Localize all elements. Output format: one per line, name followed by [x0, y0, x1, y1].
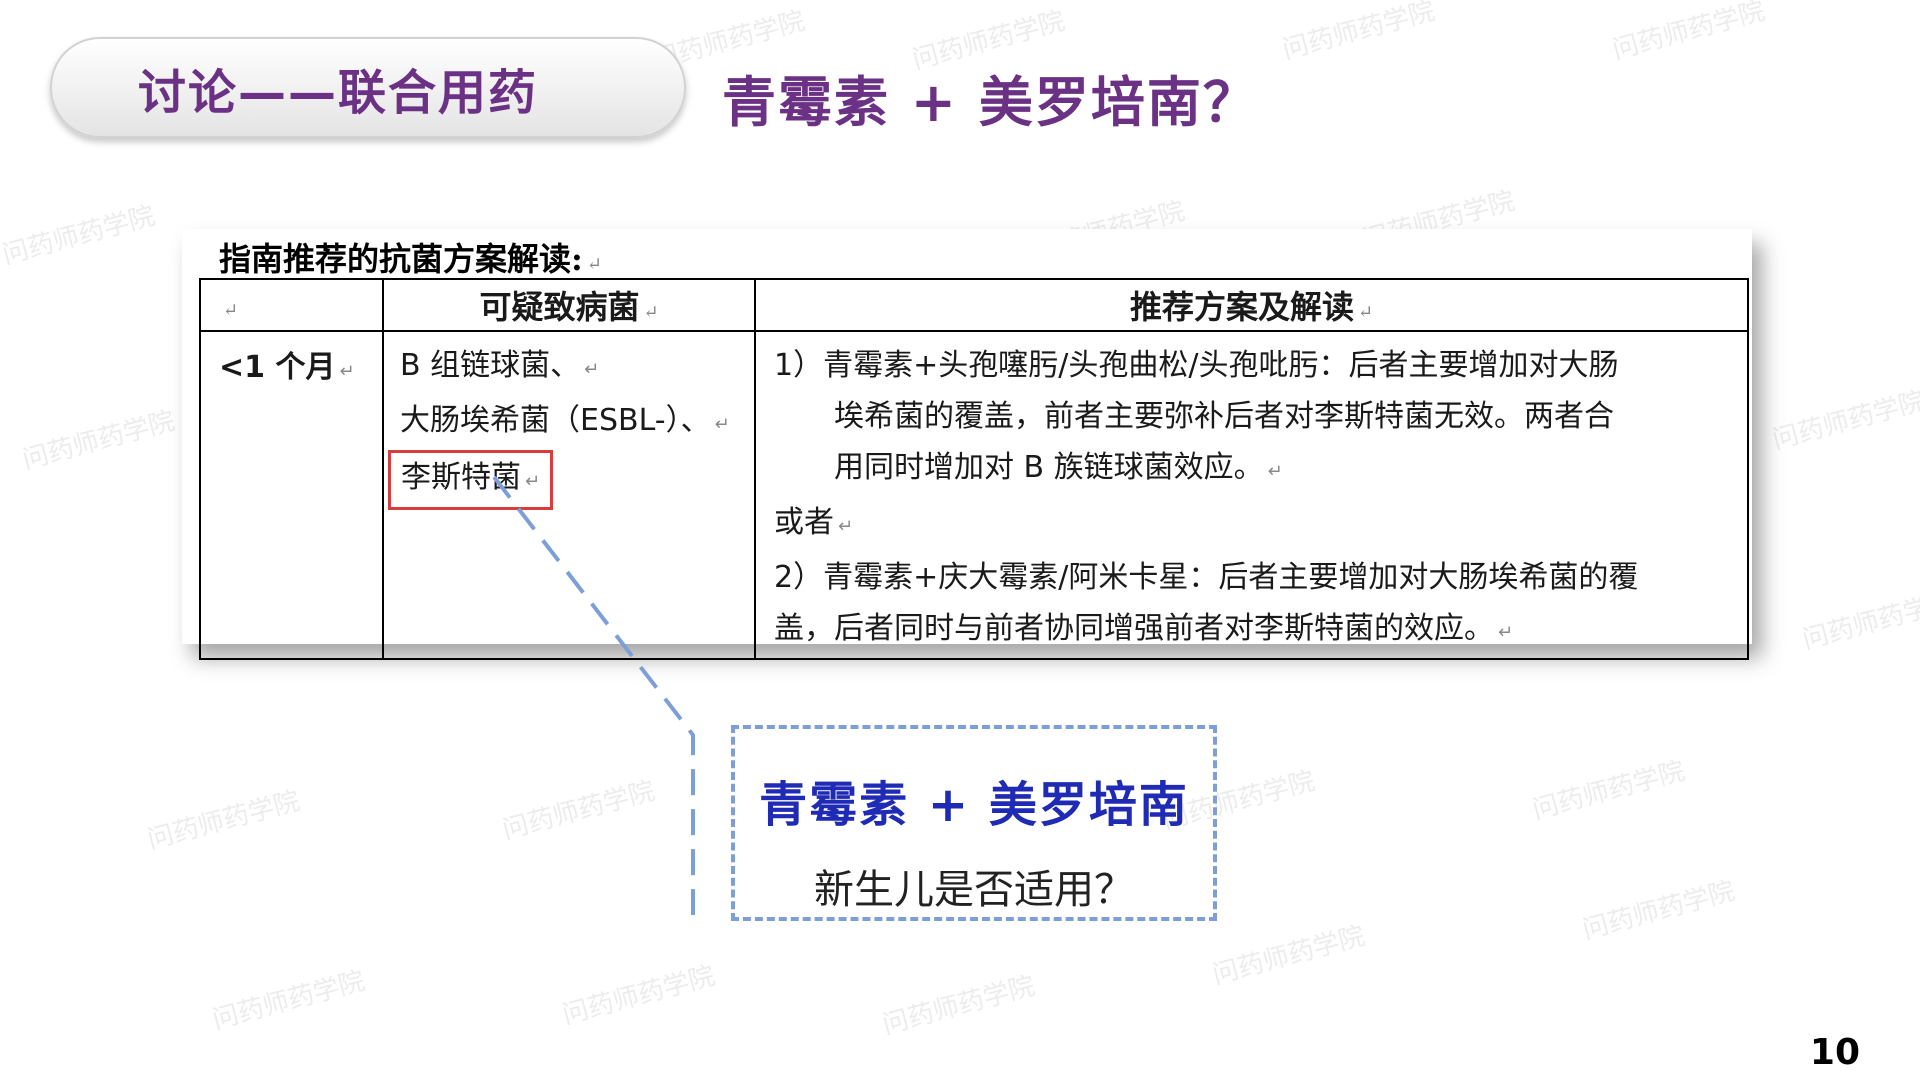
recommendation-line: 1）青霉素+头孢噻肟/头孢曲松/头孢吡肟：后者主要增加对大肠 — [774, 348, 1619, 383]
recommendation-line: 2）青霉素+庆大霉素/阿米卡星：后者主要增加对大肠埃希菌的覆 — [774, 560, 1639, 595]
recommendation-line: 埃希菌的覆盖，前者主要弥补后者对李斯特菌无效。两者合 — [834, 399, 1614, 434]
listeria-highlight-box: 李斯特菌 ↵ — [388, 450, 554, 510]
watermark: 问药师药学院 — [1279, 0, 1438, 66]
pathogen-item: 李斯特菌 — [401, 460, 521, 495]
age-cell: <1 个月 ↵ — [199, 330, 384, 660]
watermark: 问药师药学院 — [559, 961, 718, 1031]
watermark: 问药师药学院 — [19, 406, 178, 476]
table-row: <1 个月 ↵ B 组链球菌、 ↵ 大肠埃希菌（ESBL-）、 ↵ 李斯特菌 ↵ 1）青… — [199, 330, 1749, 660]
guideline-table: ↵ 可疑致病菌 ↵ 推荐方案及解读 ↵ <1 个月 ↵ B 组链球菌、 ↵ 大肠埃希菌（… — [199, 278, 1749, 660]
table-header-age: ↵ — [199, 278, 384, 332]
section-label: 讨论——联合用药 — [137, 64, 538, 121]
watermark: 问药师药学院 — [499, 776, 658, 846]
return-mark: ↵ — [223, 300, 239, 321]
table-header-recommendation: 推荐方案及解读 ↵ — [754, 278, 1749, 332]
watermark: 问药师药学院 — [1209, 921, 1368, 991]
watermark: 问药师药学院 — [1799, 586, 1920, 656]
table-header-pathogens: 可疑致病菌 ↵ — [382, 278, 756, 332]
pathogen-item: B 组链球菌、 ↵ — [400, 348, 600, 383]
recommendation-line: 盖，后者同时与前者协同增强前者对李斯特菌的效应。 ↵ — [774, 611, 1514, 646]
page-number: 10 — [1809, 1032, 1860, 1073]
watermark: 问药师药学院 — [1529, 756, 1688, 826]
watermark: 问药师药学院 — [1609, 0, 1768, 66]
watermark: 问药师药学院 — [879, 971, 1038, 1041]
callout-title: 青霉素 + 美罗培南 — [759, 777, 1189, 833]
watermark: 问药师药学院 — [1579, 876, 1738, 946]
recommendation-line: 用同时增加对 B 族链球菌效应。 ↵ — [834, 450, 1283, 485]
watermark: 问药师药学院 — [0, 201, 158, 271]
watermark: 问药师药学院 — [144, 786, 303, 856]
recommendation-cell: 1）青霉素+头孢噻肟/头孢曲松/头孢吡肟：后者主要增加对大肠 埃希菌的覆盖，前者… — [754, 330, 1749, 660]
return-mark: ↵ — [339, 361, 355, 382]
caption-text: 指南推荐的抗菌方案解读: — [219, 240, 583, 278]
watermark: 问药师药学院 — [1769, 386, 1920, 456]
recommendation-line: 或者 ↵ — [774, 505, 854, 540]
return-mark: ↵ — [1357, 302, 1374, 323]
question-callout-box: 青霉素 + 美罗培南 新生儿是否适用？ — [731, 725, 1217, 921]
return-mark: ↵ — [643, 302, 659, 323]
section-label-pill: 讨论——联合用药 — [50, 37, 686, 138]
table-header-row: ↵ 可疑致病菌 ↵ 推荐方案及解读 ↵ — [199, 278, 1749, 332]
callout-question: 新生儿是否适用？ — [814, 867, 1134, 913]
watermark: 问药师药学院 — [209, 966, 368, 1036]
pathogen-item: 大肠埃希菌（ESBL-）、 ↵ — [400, 403, 730, 438]
return-mark: ↵ — [586, 254, 602, 275]
page-title: 青霉素 + 美罗培南？ — [722, 71, 1259, 134]
pathogens-cell: B 组链球菌、 ↵ 大肠埃希菌（ESBL-）、 ↵ 李斯特菌 ↵ — [382, 330, 756, 660]
guideline-document-excerpt: 指南推荐的抗菌方案解读: ↵ ↵ 可疑致病菌 ↵ 推荐方案及解读 ↵ <1 个月 ↵ B… — [182, 229, 1752, 660]
document-caption: 指南推荐的抗菌方案解读: ↵ — [219, 234, 602, 280]
